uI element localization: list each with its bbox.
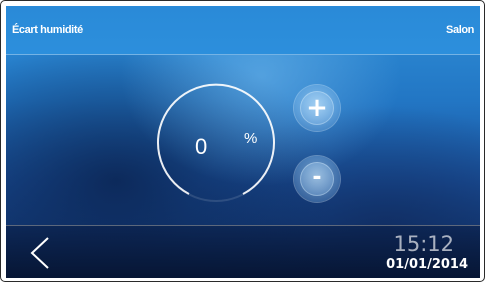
clock-date: 01/01/2014	[386, 257, 468, 272]
header-bar: Écart humidité Salon	[6, 6, 480, 55]
gauge-value: 0	[195, 134, 208, 159]
page-title: Écart humidité	[12, 24, 83, 36]
minus-icon: -	[312, 165, 322, 190]
humidity-gauge: 0 %	[151, 78, 281, 208]
decrease-button[interactable]: -	[294, 156, 340, 202]
device-frame: Écart humidité Salon 0 % + - 15:12 01/01…	[0, 0, 485, 282]
clock-time: 15:12	[393, 232, 454, 256]
back-button[interactable]	[26, 235, 56, 271]
room-name: Salon	[446, 24, 474, 36]
touch-screen: Écart humidité Salon 0 % + - 15:12 01/01…	[6, 6, 480, 278]
plus-icon: +	[306, 93, 328, 123]
gauge-arc	[157, 83, 275, 202]
increase-button[interactable]: +	[294, 85, 340, 131]
gauge-unit: %	[244, 130, 258, 147]
chevron-left-icon	[30, 237, 49, 269]
footer-bar: 15:12 01/01/2014	[6, 225, 480, 278]
